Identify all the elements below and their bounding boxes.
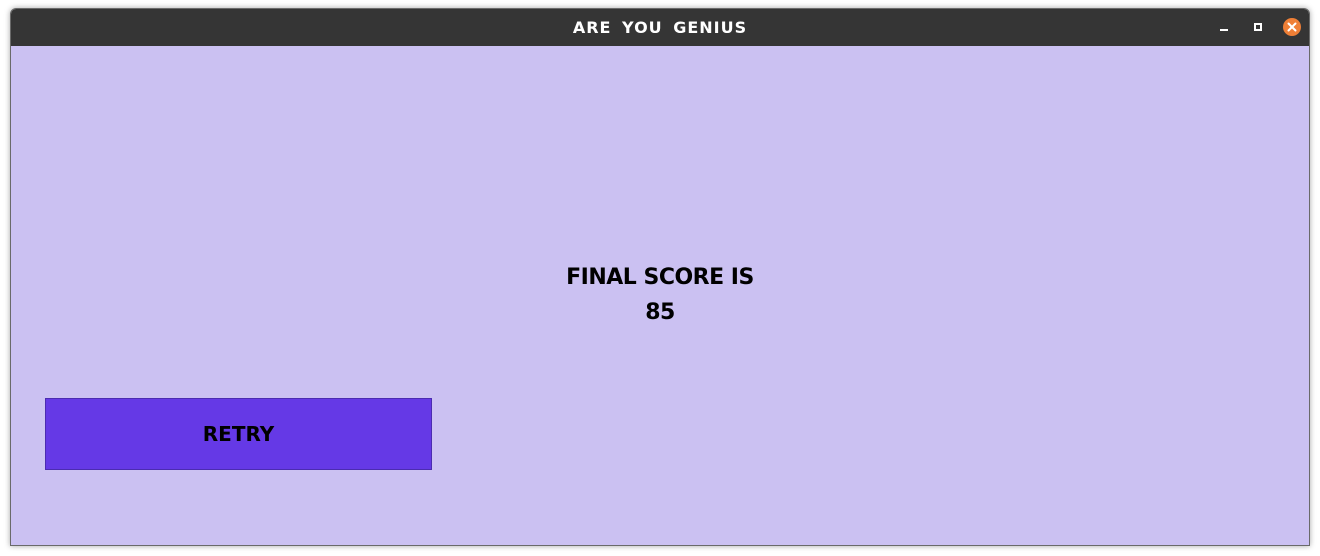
final-score-display: FINAL SCORE IS 85 xyxy=(11,260,1309,330)
retry-button[interactable]: RETRY xyxy=(45,398,432,470)
title-bar[interactable]: ARE YOU GENIUS xyxy=(11,9,1309,46)
final-score-label: FINAL SCORE IS xyxy=(566,265,754,290)
window-title: ARE YOU GENIUS xyxy=(572,18,748,37)
maximize-button[interactable] xyxy=(1249,18,1267,36)
maximize-icon xyxy=(1254,23,1262,31)
minimize-button[interactable] xyxy=(1215,18,1233,36)
app-window: ARE YOU GENIUS FINAL SCORE IS 85 RETRY xyxy=(10,8,1310,546)
minimize-icon xyxy=(1220,29,1228,31)
final-score-value: 85 xyxy=(645,300,675,325)
close-icon xyxy=(1287,22,1297,32)
close-button[interactable] xyxy=(1283,18,1301,36)
game-screen: FINAL SCORE IS 85 RETRY xyxy=(11,46,1309,545)
